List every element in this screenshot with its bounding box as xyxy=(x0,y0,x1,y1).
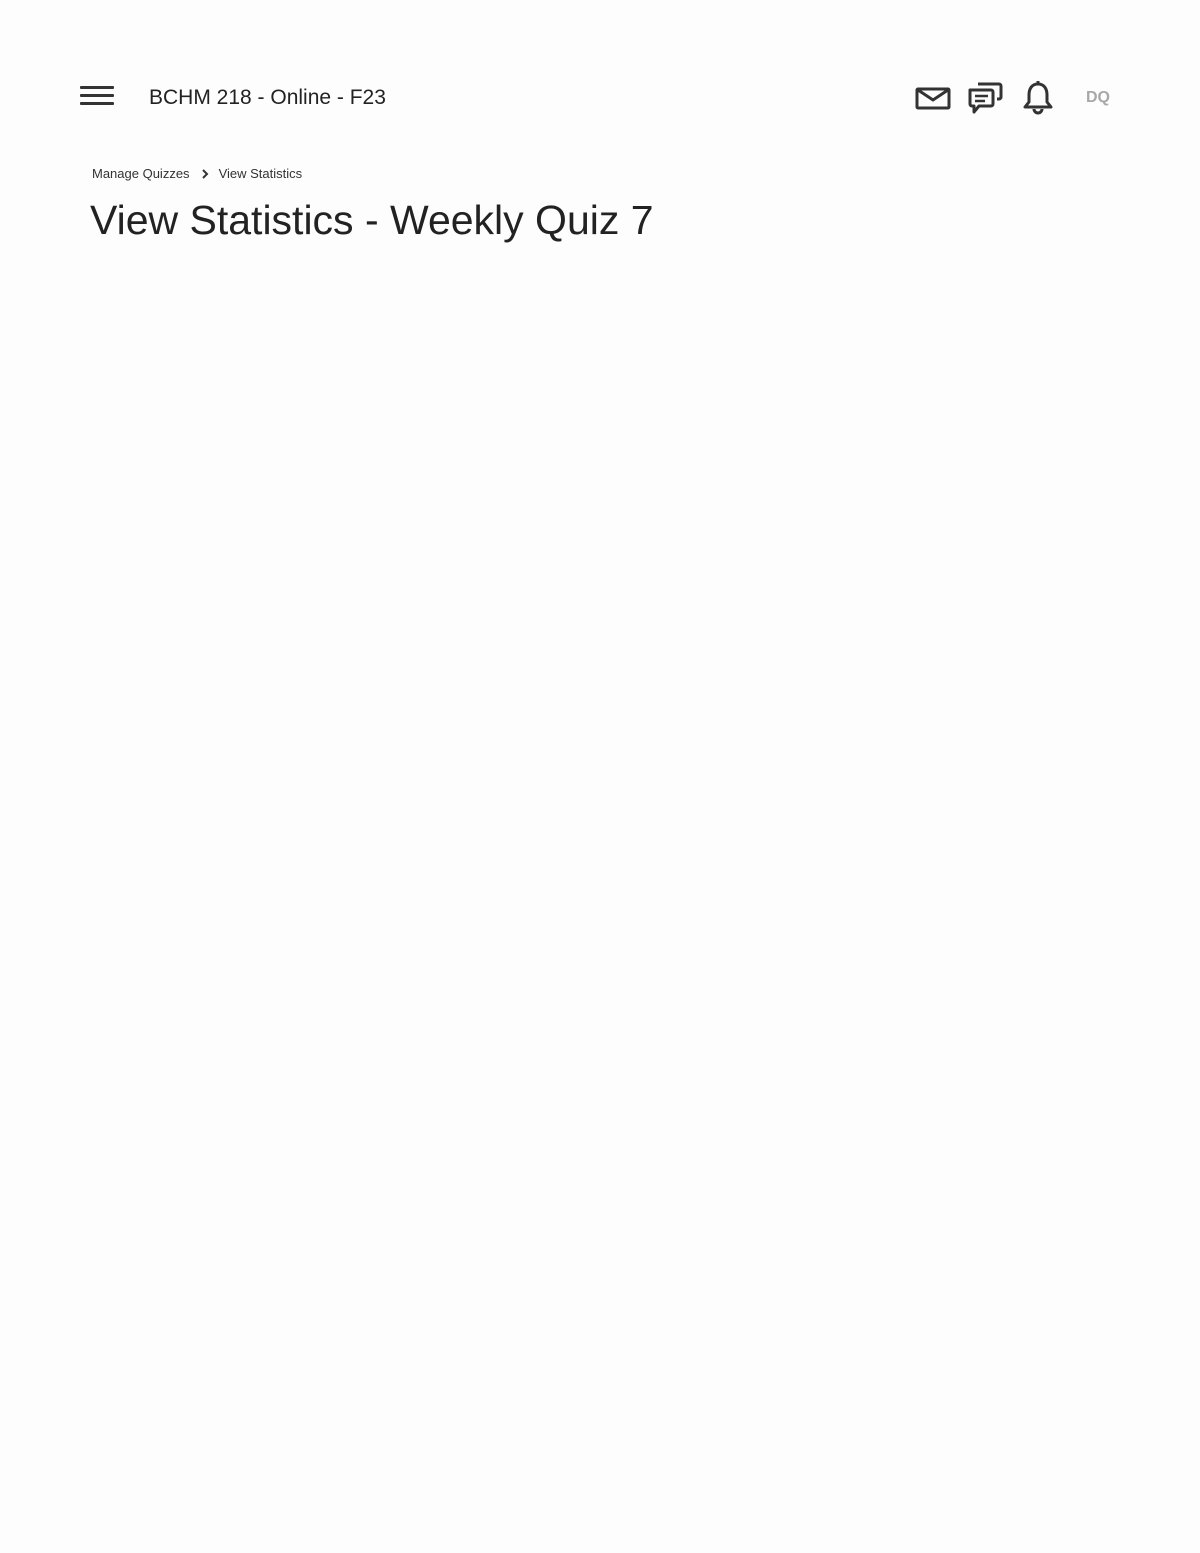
chat-icon[interactable] xyxy=(966,80,1004,116)
breadcrumb: Manage Quizzes View Statistics xyxy=(92,164,302,184)
mail-icon[interactable] xyxy=(914,80,952,116)
bell-icon[interactable] xyxy=(1019,80,1057,116)
page: BCHM 218 - Online - F23 DQ Manage Quizze… xyxy=(0,0,1200,1553)
chevron-right-icon xyxy=(200,169,210,179)
breadcrumb-manage-quizzes[interactable]: Manage Quizzes xyxy=(92,164,190,184)
hamburger-menu-icon[interactable] xyxy=(80,86,114,110)
user-avatar[interactable]: DQ xyxy=(1080,84,1116,112)
page-title: View Statistics - Weekly Quiz 7 xyxy=(90,197,654,243)
top-navigation-bar: BCHM 218 - Online - F23 DQ xyxy=(0,0,1200,150)
course-title[interactable]: BCHM 218 - Online - F23 xyxy=(149,84,386,112)
breadcrumb-view-statistics: View Statistics xyxy=(218,166,303,181)
